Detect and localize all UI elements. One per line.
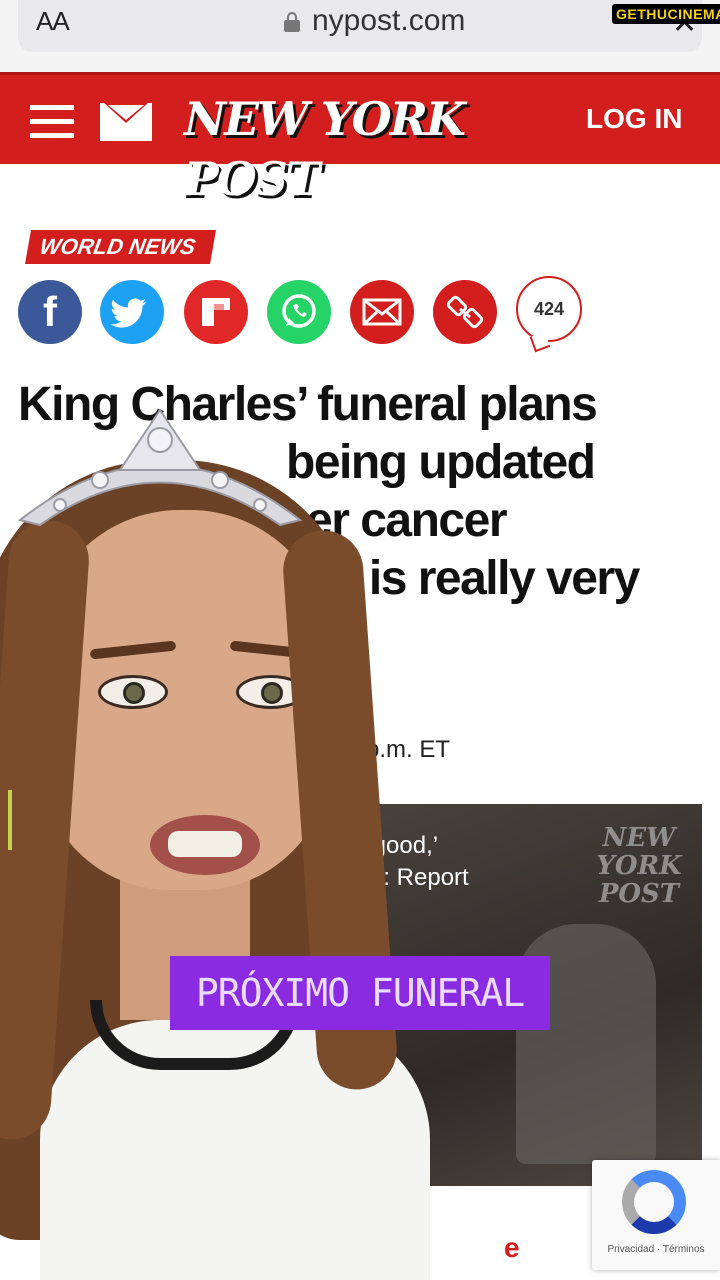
lock-icon <box>284 12 300 32</box>
flipboard-share-button[interactable] <box>184 280 248 344</box>
whatsapp-icon <box>282 294 316 328</box>
flipboard-icon <box>202 298 230 326</box>
text-size-button[interactable]: AA <box>36 6 70 37</box>
video-watermark: NEW YORK POST <box>596 823 682 909</box>
menu-icon[interactable] <box>30 105 74 139</box>
copy-link-button[interactable] <box>433 280 497 344</box>
facebook-share-button[interactable]: f <box>18 280 82 344</box>
left-eye <box>98 675 168 709</box>
site-logo[interactable]: NEW YORK POST <box>184 89 544 206</box>
whatsapp-share-button[interactable] <box>267 280 331 344</box>
video-overlay-caption: PRÓXIMO FUNERAL <box>170 956 550 1030</box>
link-icon <box>446 295 484 329</box>
login-button[interactable]: LOG IN <box>586 103 682 135</box>
twitter-icon <box>110 298 146 328</box>
email-share-button[interactable] <box>350 280 414 344</box>
twitter-share-button[interactable] <box>100 280 164 344</box>
presenter-mouth <box>150 815 260 875</box>
comments-count-button[interactable]: 424 <box>516 276 582 342</box>
earring <box>8 790 12 850</box>
recaptcha-links[interactable]: Privacidad · Términos <box>592 1244 720 1255</box>
left-eyebrow <box>89 640 177 660</box>
site-header: NEW YORK POST LOG IN <box>0 72 720 206</box>
address-bar[interactable]: AA nypost.com ✕ <box>18 0 702 52</box>
partial-red-text: e <box>504 1232 520 1263</box>
channel-watermark: GETHUCINEMA <box>612 4 720 24</box>
browser-chrome: AA nypost.com ✕ GETHUCINEMA <box>0 0 720 72</box>
newsletter-mail-icon[interactable] <box>100 103 152 141</box>
recaptcha-icon <box>622 1170 686 1234</box>
comment-count: 424 <box>533 299 565 319</box>
mail-icon <box>362 298 402 326</box>
url-domain[interactable]: nypost.com <box>312 4 465 38</box>
recaptcha-badge[interactable]: Privacidad · Términos <box>592 1160 720 1270</box>
facebook-icon: f <box>43 288 57 335</box>
presenter-video-overlay <box>0 400 430 1280</box>
section-tag[interactable]: WORLD NEWS <box>25 230 217 264</box>
tiara-icon <box>17 408 303 527</box>
